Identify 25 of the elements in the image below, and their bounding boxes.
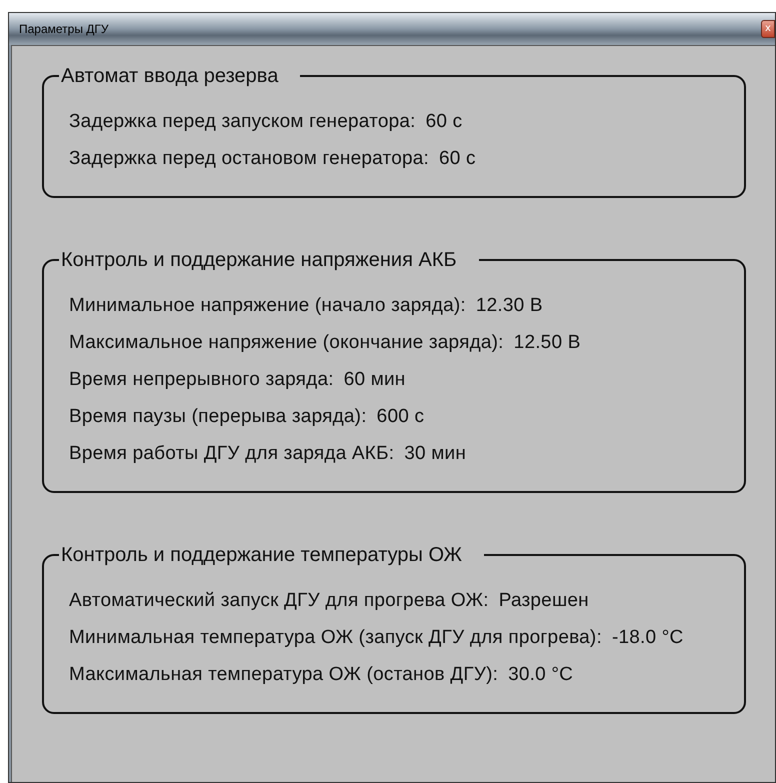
group-title: Контроль и поддержание напряжения АКБ [60,248,458,272]
group-title: Автомат ввода резерва [60,64,280,88]
parameter-value: 12.30 В [476,294,543,317]
parameter-value: 30 мин [404,442,466,465]
parameter-label: Минимальная температура ОЖ (запуск ДГУ для прогрева): [69,626,602,649]
parameter-value: Разрешен [498,589,589,612]
parameter-value: 12.50 В [514,331,581,354]
parameter-label: Задержка перед запуском генератора: [69,110,416,133]
parameter-value: 600 с [376,405,424,428]
close-button[interactable]: x [761,20,775,38]
parameter-label: Время работы ДГУ для заряда АКБ: [69,442,394,465]
group-title: Контроль и поддержание температуры ОЖ [60,543,464,567]
parameter-label: Максимальная температура ОЖ (останов ДГУ): [69,663,498,686]
parameter-value: 60 с [426,110,462,133]
parameter-value: 30.0 °C [508,663,574,686]
parameter-value: -18.0 °C [612,626,684,649]
parameter-label: Задержка перед остановом генератора: [69,147,429,170]
parameter-label: Автоматический запуск ДГУ для прогрева ОЖ: [69,589,489,612]
parameter-value: 60 мин [344,368,406,391]
parameter-value: 60 с [438,147,476,170]
parameter-label: Время паузы (перерыва заряда): [69,405,367,428]
parameter-label: Время непрерывного заряда: [69,368,334,391]
parameter-label: Минимальное напряжение (начало заряда): [69,294,466,317]
parameter-label: Максимальное напряжение (окончание заряда): [69,331,504,354]
window-title: Параметры ДГУ [19,22,109,36]
